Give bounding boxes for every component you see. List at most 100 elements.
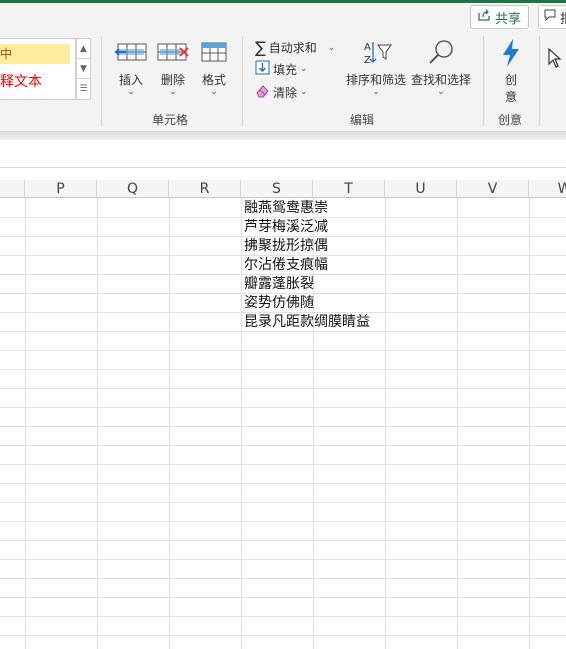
sort-filter-icon: A Z [359, 42, 393, 69]
chevron-down-icon: ⌄ [437, 87, 445, 97]
row-gridline [0, 350, 566, 351]
style-explanatory[interactable]: 释文本 [0, 72, 70, 92]
column-header-r[interactable]: R [169, 180, 241, 198]
group-separator [242, 36, 243, 126]
ideas-button[interactable]: 创 意 [495, 38, 527, 105]
group-separator [539, 36, 540, 126]
row-gridline [0, 502, 566, 503]
format-label: 格式 [201, 73, 226, 87]
insert-icon [114, 43, 148, 69]
cell-s5[interactable]: 瓣露蓬胀裂 [244, 275, 314, 294]
column-gridline [25, 198, 26, 649]
editing-group-label: 编辑 [350, 113, 375, 127]
row-gridline [0, 407, 566, 408]
row-gridline [0, 483, 566, 484]
delete-button[interactable]: 删除 ⌄ [155, 38, 191, 97]
insert-label: 插入 [118, 73, 143, 87]
cell-styles-gallery[interactable]: 中 释文本 [0, 38, 76, 100]
autosum-label: 自动求和 [268, 41, 317, 55]
ideas-label-2: 意 [504, 90, 517, 104]
cell-s4[interactable]: 尔沾倦支痕幅 [244, 256, 328, 275]
share-icon [477, 8, 491, 26]
chevron-down-icon: ⌄ [372, 87, 380, 97]
column-header-row: P Q R S T U V W [0, 180, 566, 198]
format-button[interactable]: 格式 ⌄ [197, 38, 231, 97]
row-gridline [0, 559, 566, 560]
cell-s7[interactable]: 昆录凡距款绸膜睛益 [244, 313, 370, 332]
chevron-down-icon: ⌄ [127, 87, 135, 97]
delete-label: 删除 [160, 73, 185, 87]
row-gridline [0, 464, 566, 465]
column-header-q[interactable]: Q [97, 180, 169, 198]
cell-s3[interactable]: 拂聚拢形掠偶 [244, 237, 328, 256]
sigma-icon: ∑ [255, 38, 266, 57]
svg-text:Z: Z [364, 55, 371, 66]
gallery-down-icon[interactable]: ▼ [77, 59, 90, 79]
insert-button[interactable]: 插入 ⌄ [112, 38, 150, 97]
column-gridline [241, 198, 242, 649]
cell-s2[interactable]: 芦芽梅溪泛减 [244, 218, 328, 237]
share-label: 共享 [495, 11, 522, 27]
fill-down-icon [255, 60, 270, 78]
formula-bar[interactable] [0, 140, 566, 168]
column-gridline [457, 198, 458, 649]
chevron-down-icon: ⌄ [169, 87, 177, 97]
fill-label: 填充 [273, 62, 298, 77]
row-gridline [0, 578, 566, 579]
row-gridline [0, 369, 566, 370]
svg-text:A: A [364, 42, 371, 53]
column-header-p[interactable]: P [25, 180, 97, 198]
row-gridline [0, 597, 566, 598]
ribbon-shadow [0, 131, 566, 140]
cell-s6[interactable]: 姿势仿佛随 [244, 294, 314, 313]
clear-button[interactable]: 清除 ⌄ [255, 83, 308, 101]
chevron-down-icon: ⌄ [300, 87, 308, 97]
delete-icon [156, 43, 190, 69]
row-gridline [0, 635, 566, 636]
gallery-more-icon[interactable]: ☰ [77, 79, 90, 99]
chevron-down-icon: ⌄ [300, 64, 308, 74]
column-gridline [97, 198, 98, 649]
comments-label: 批 [560, 8, 566, 27]
lightning-icon [498, 39, 524, 71]
column-header-partial[interactable] [0, 180, 25, 198]
column-header-s[interactable]: S [241, 180, 313, 198]
column-gridline [169, 198, 170, 649]
row-gridline [0, 426, 566, 427]
ideas-group-label: 创意 [498, 113, 523, 127]
column-header-u[interactable]: U [385, 180, 457, 198]
worksheet-grid[interactable]: P Q R S T U V W 融燕鸳鸯惠崇 芦芽梅溪泛减 拂聚拢形掠偶 尔沾倦… [0, 180, 566, 649]
autosum-button[interactable]: ∑ 自动求和 ⌄ [255, 38, 335, 57]
ideas-label-1: 创 [504, 73, 517, 87]
sort-filter-label: 排序和筛选 [345, 73, 406, 87]
chevron-down-icon: ⌄ [327, 42, 336, 53]
find-select-button[interactable]: 查找和选择 ⌄ [410, 38, 472, 97]
format-icon [199, 42, 229, 69]
column-gridline [385, 198, 386, 649]
share-button[interactable]: 共享 [470, 5, 529, 29]
row-gridline [0, 445, 566, 446]
row-gridline [0, 521, 566, 522]
comments-button[interactable]: 批 [538, 5, 566, 29]
column-header-t[interactable]: T [313, 180, 385, 198]
fill-button[interactable]: 填充 ⌄ [255, 60, 308, 78]
gallery-scroll[interactable]: ▲ ▼ ☰ [76, 38, 91, 100]
cells-group-label: 单元格 [152, 113, 189, 127]
row-gridline [0, 388, 566, 389]
column-header-w[interactable]: W [529, 180, 566, 198]
clear-label: 清除 [273, 85, 298, 100]
column-gridline [529, 198, 530, 649]
sort-filter-button[interactable]: A Z 排序和筛选 ⌄ [345, 38, 407, 97]
group-separator [483, 36, 484, 126]
comment-icon [544, 9, 556, 25]
row-gridline [0, 616, 566, 617]
style-neutral[interactable]: 中 [0, 44, 70, 64]
column-header-v[interactable]: V [457, 180, 529, 198]
mouse-pointer-icon [548, 47, 562, 72]
find-select-label: 查找和选择 [410, 73, 471, 87]
cell-s1[interactable]: 融燕鸳鸯惠崇 [244, 199, 328, 218]
magnifier-icon [424, 40, 458, 69]
row-gridline [0, 540, 566, 541]
eraser-icon [255, 83, 270, 101]
gallery-up-icon[interactable]: ▲ [77, 39, 90, 59]
